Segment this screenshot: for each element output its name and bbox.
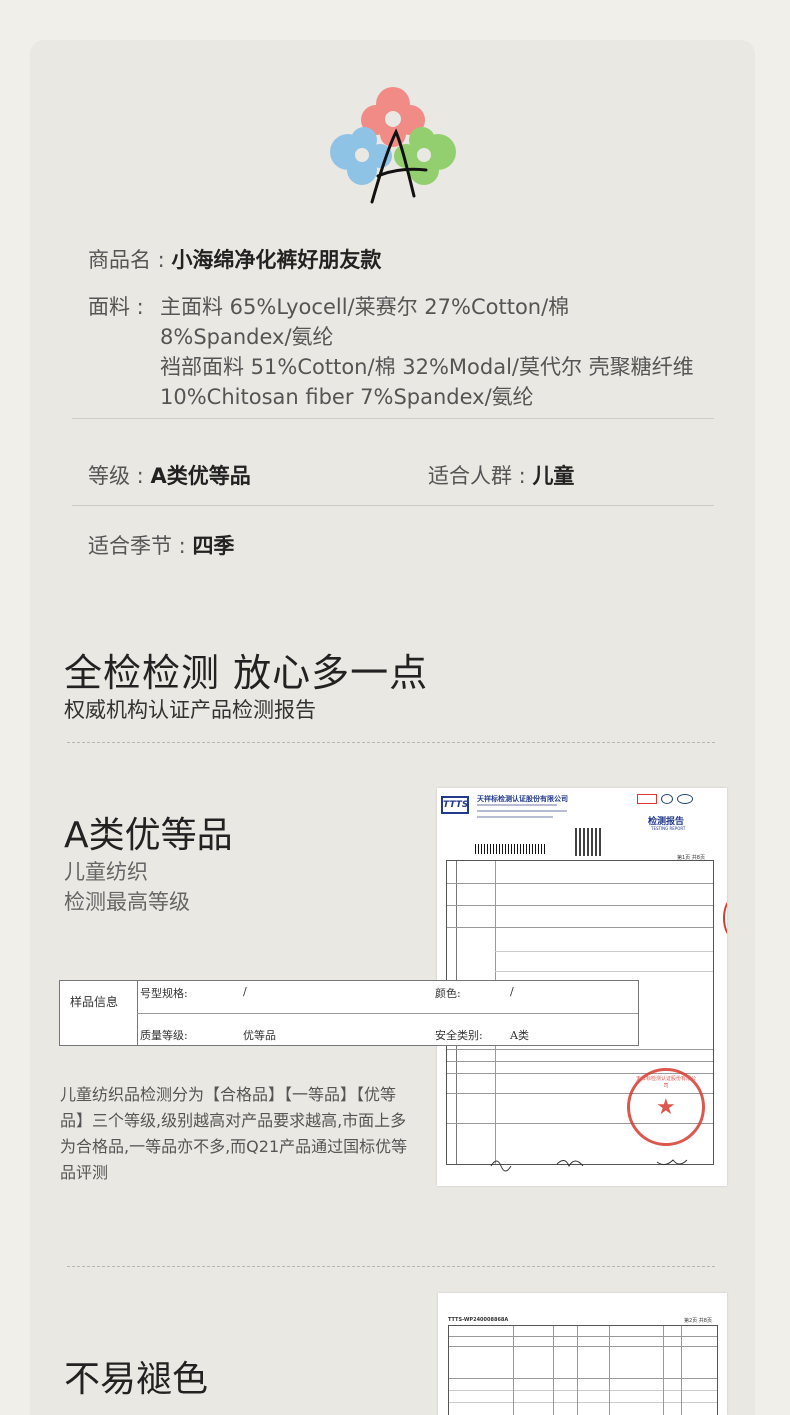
brand-logo-icon [330, 87, 456, 204]
qr-code-icon [575, 828, 603, 856]
grade-label: 等级 : [88, 464, 151, 488]
dashed-divider [67, 1266, 715, 1267]
fabric-label: 面料 : [88, 295, 144, 319]
model-value: / [243, 985, 247, 998]
divider [72, 505, 714, 506]
seal-text: 天祥标检测认证股份有限公司 [635, 1076, 696, 1089]
color-value: / [510, 985, 514, 998]
grade-sub-line-1: 儿童纺织 [64, 860, 148, 884]
safety-value: A类 [510, 1029, 529, 1042]
barcode-icon [475, 844, 547, 854]
signatures-icon [490, 1159, 688, 1172]
fabric-line-1: 主面料 65%Lyocell/莱赛尔 27%Cotton/棉 [160, 295, 570, 319]
report-2-page: 第2页 共8页 [684, 1318, 712, 1324]
season-label: 适合季节 : [88, 534, 193, 558]
test-report-page-2: TTTS-WP240008868A 第2页 共8页 [438, 1293, 727, 1415]
report-2-number: TTTS-WP240008868A [448, 1317, 509, 1323]
safety-label: 安全类别: [435, 1029, 483, 1042]
tts-logo-icon: TTTS [441, 796, 469, 814]
grade-description: 儿童纺织品检测分为【合格品】【一等品】【优等品】三个等级,级别越高对产品要求越高… [60, 1085, 408, 1182]
grade-section-title: A类优等品 [64, 815, 233, 856]
quality-label: 质量等级: [140, 1029, 188, 1042]
dashed-divider [67, 742, 715, 743]
inspection-title: 全检检测 放心多一点 [64, 651, 429, 695]
product-name-row: 商品名 : 小海绵净化裤好朋友款 [88, 245, 381, 275]
audience-row: 适合人群 : 儿童 [428, 461, 574, 491]
season-row: 适合季节 : 四季 [88, 531, 234, 561]
grade-value: A类优等品 [150, 464, 251, 488]
grade-sub-line-2: 检测最高等级 [64, 890, 190, 914]
audience-value: 儿童 [532, 464, 575, 488]
color-label: 颜色: [435, 987, 461, 1000]
season-value: 四季 [192, 534, 235, 558]
official-seal-icon: ★ 天祥标检测认证股份有限公司 [627, 1068, 705, 1146]
fade-section-title: 不易褪色 [64, 1359, 209, 1400]
sample-info-table: 样品信息 号型规格: / 颜色: / 质量等级: 优等品 安全类别: A类 [59, 980, 639, 1046]
divider [72, 418, 714, 419]
product-name-value: 小海绵净化裤好朋友款 [171, 248, 382, 272]
fabric-line-2: 8%Spandex/氨纶 [160, 325, 334, 349]
product-name-label: 商品名 : [88, 248, 172, 272]
fabric-line-3: 裆部面料 51%Cotton/棉 32%Modal/莫代尔 壳聚糖纤维 [160, 355, 694, 379]
report-title-en: TESTING REPORT [651, 826, 686, 831]
sample-info-header: 样品信息 [70, 995, 119, 1009]
inspection-subtitle: 权威机构认证产品检测报告 [64, 698, 316, 722]
audience-label: 适合人群 : [428, 464, 533, 488]
report-company: 天祥标检测认证股份有限公司 [477, 795, 568, 803]
model-label: 号型规格: [140, 987, 188, 1000]
quality-value: 优等品 [243, 1029, 276, 1042]
grade-row: 等级 : A类优等品 [88, 461, 251, 491]
fabric-line-4: 10%Chitosan fiber 7%Spandex/氨纶 [160, 385, 534, 409]
top-strip [0, 0, 790, 40]
grade-section-sub: 儿童纺织 检测最高等级 [64, 857, 190, 917]
